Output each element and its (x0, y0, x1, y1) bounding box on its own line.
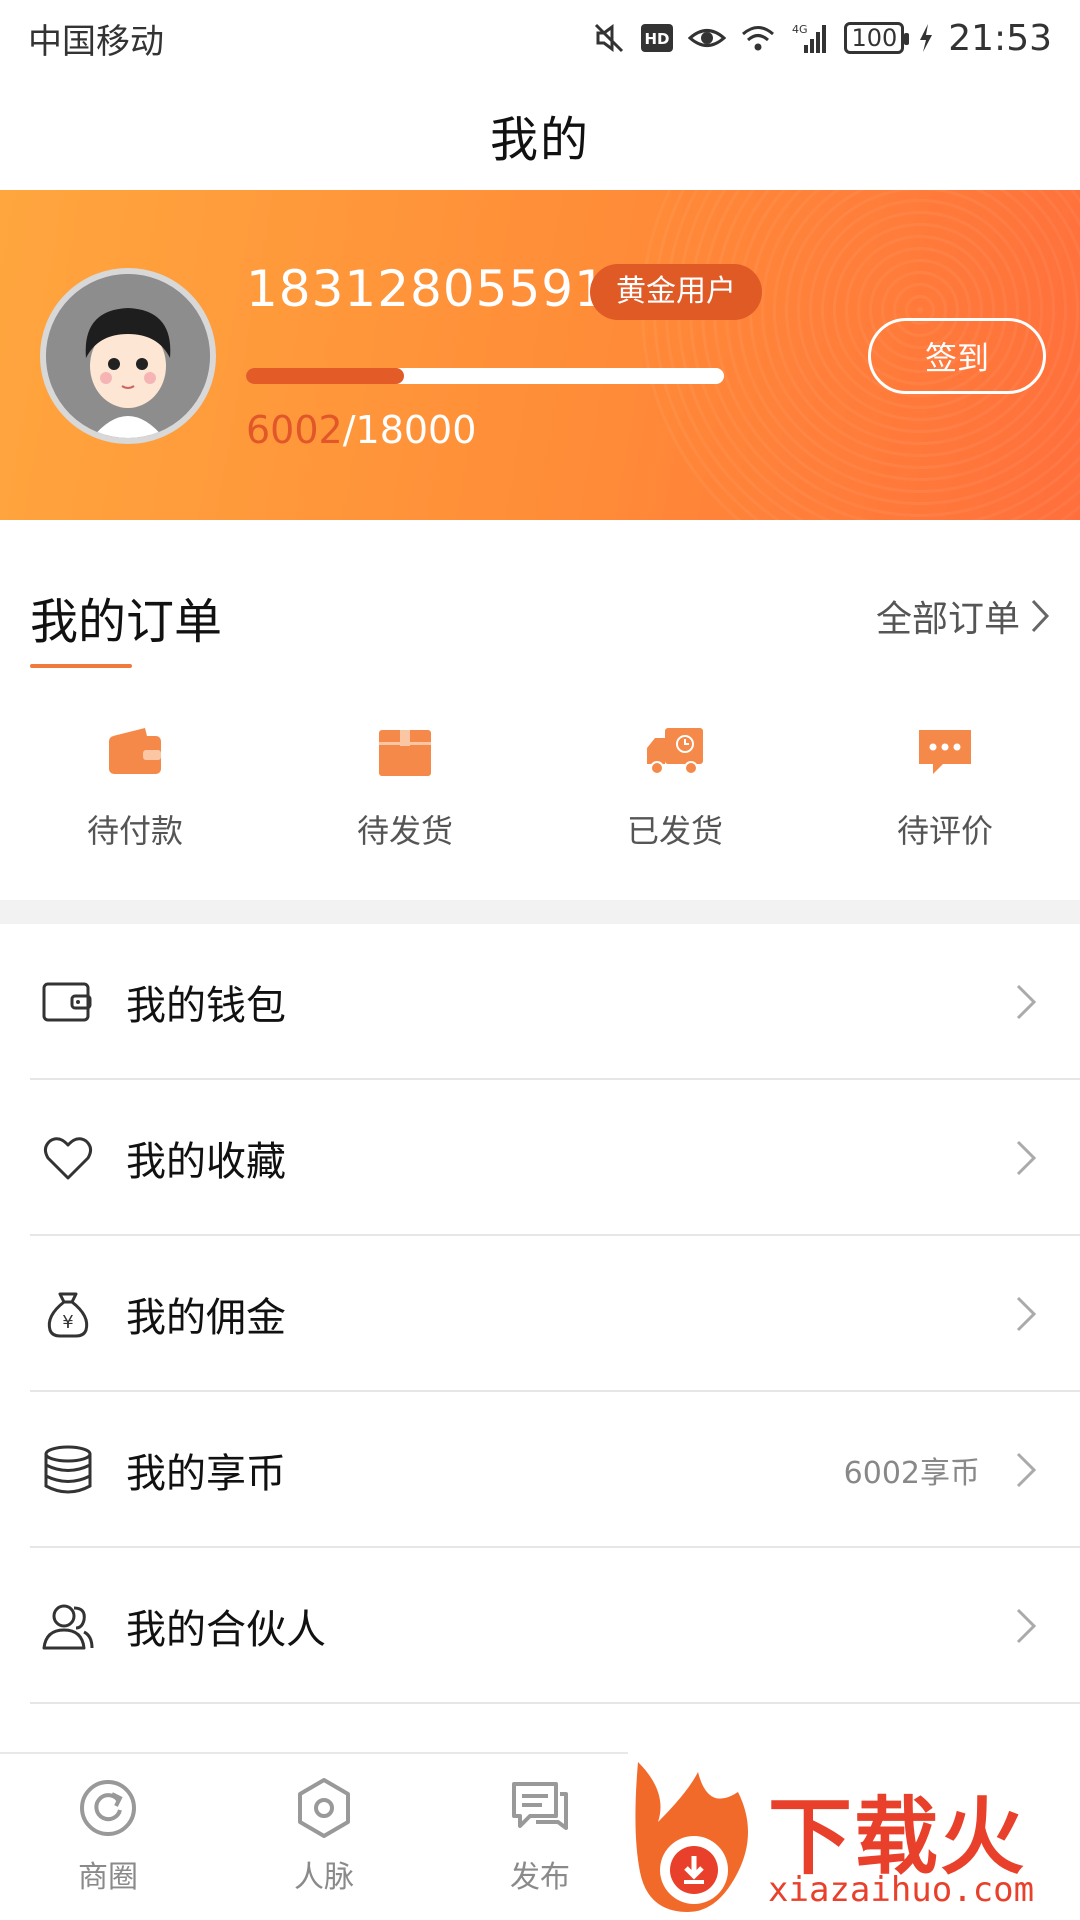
battery-indicator: 100 (844, 22, 910, 54)
section-divider (0, 900, 1080, 924)
flame-logo-icon (635, 1762, 748, 1912)
level-points: 6002/18000 (246, 408, 476, 452)
points-current: 6002 (246, 408, 343, 452)
chevron-right-icon (1016, 984, 1037, 1020)
nav-tab-business-circle[interactable]: 商圈 (0, 1754, 216, 1920)
wallet-icon (109, 728, 161, 774)
menu-list: 我的钱包 我的收藏 ¥ 我的佣金 我的享币 6002享币 我的合伙人 (0, 924, 1080, 1704)
order-pending-payment[interactable]: 待付款 (0, 720, 270, 870)
mute-icon (592, 21, 626, 55)
all-orders-label: 全部订单 (875, 599, 1020, 640)
avatar[interactable] (40, 268, 216, 444)
order-item-label: 待付款 (86, 812, 183, 850)
row-divider (30, 1702, 1080, 1704)
all-orders-link[interactable]: 全部订单 (876, 590, 1050, 642)
menu-item-label: 我的佣金 (126, 1295, 286, 1341)
user-phone: 18312805591 (246, 260, 607, 318)
clock: 21:53 (948, 17, 1052, 59)
chevron-right-icon (1016, 1608, 1037, 1644)
order-shipped[interactable]: 已发货 (540, 720, 810, 870)
wifi-icon (740, 23, 776, 53)
status-bar: 中国移动 HD 4G 100 21:53 (0, 0, 1080, 76)
status-icons: HD 4G 100 21:53 (592, 18, 1052, 59)
level-progress-fill (246, 368, 404, 384)
heart-icon (43, 1137, 93, 1180)
order-status-grid: 待付款 待发货 已发货 待评价 (0, 720, 1080, 870)
publish-icon (512, 1782, 568, 1830)
circle-refresh-icon (80, 1780, 136, 1836)
level-progress-bar (246, 368, 724, 384)
menu-item-label: 我的收藏 (126, 1139, 286, 1185)
menu-item-commission[interactable]: ¥ 我的佣金 (0, 1236, 1080, 1392)
menu-item-label: 我的合伙人 (126, 1607, 326, 1653)
orders-header: 我的订单 全部订单 (0, 560, 1080, 680)
box-icon (379, 730, 431, 776)
order-pending-shipment[interactable]: 待发货 (270, 720, 540, 870)
hexagon-icon (298, 1778, 350, 1838)
order-item-label: 待发货 (356, 812, 453, 850)
menu-item-favorites[interactable]: 我的收藏 (0, 1080, 1080, 1236)
nav-tab-publish[interactable]: 发布 (432, 1754, 648, 1920)
chevron-right-icon (1031, 599, 1050, 633)
wallet-outline-icon (42, 982, 92, 1022)
menu-item-label: 我的钱包 (126, 983, 286, 1029)
svg-text:HD: HD (645, 30, 670, 48)
money-bag-icon: ¥ (47, 1292, 89, 1338)
chevron-right-icon (1016, 1296, 1037, 1332)
chevron-right-icon (1016, 1452, 1037, 1488)
chevron-right-icon (1016, 1140, 1037, 1176)
menu-item-label: 我的享币 (126, 1451, 286, 1497)
eye-icon (688, 23, 727, 53)
coin-stack-icon (44, 1445, 92, 1494)
carrier-label: 中国移动 (28, 21, 164, 62)
order-item-label: 已发货 (626, 812, 723, 850)
hd-icon: HD (640, 23, 674, 53)
nav-tab-contacts[interactable]: 人脉 (216, 1754, 432, 1920)
watermark: 下载火 xiazaihuo.com (628, 1752, 1080, 1920)
profile-banner: 18312805591 黄金用户 6002/18000 签到 (0, 190, 1080, 520)
truck-icon (647, 728, 703, 775)
nav-label: 商圈 (78, 1860, 138, 1895)
menu-item-partners[interactable]: 我的合伙人 (0, 1548, 1080, 1704)
nav-label: 发布 (510, 1860, 570, 1895)
screen: 中国移动 HD 4G 100 21:53 我的 18312805591 黄金用户… (0, 0, 1080, 1920)
orders-title-underline (30, 664, 132, 668)
menu-item-wallet[interactable]: 我的钱包 (0, 924, 1080, 1080)
partners-icon (42, 1604, 94, 1650)
nav-label: 人脉 (294, 1860, 354, 1895)
watermark-url: xiazaihuo.com (768, 1870, 1035, 1910)
menu-item-value: 6002享币 (843, 1456, 980, 1491)
menu-item-coins[interactable]: 我的享币 6002享币 (0, 1392, 1080, 1548)
comment-icon (919, 730, 971, 774)
network-label: 4G (792, 23, 808, 36)
orders-title: 我的订单 (30, 594, 223, 650)
signal-icon: 4G (790, 21, 830, 55)
svg-text:¥: ¥ (62, 1312, 73, 1333)
order-item-label: 待评价 (896, 812, 993, 850)
checkin-button[interactable]: 签到 (868, 318, 1046, 394)
order-pending-review[interactable]: 待评价 (810, 720, 1080, 870)
charging-icon (918, 23, 934, 53)
points-total: /18000 (342, 408, 477, 452)
level-badge: 黄金用户 (590, 264, 762, 320)
page-title: 我的 (489, 112, 590, 168)
